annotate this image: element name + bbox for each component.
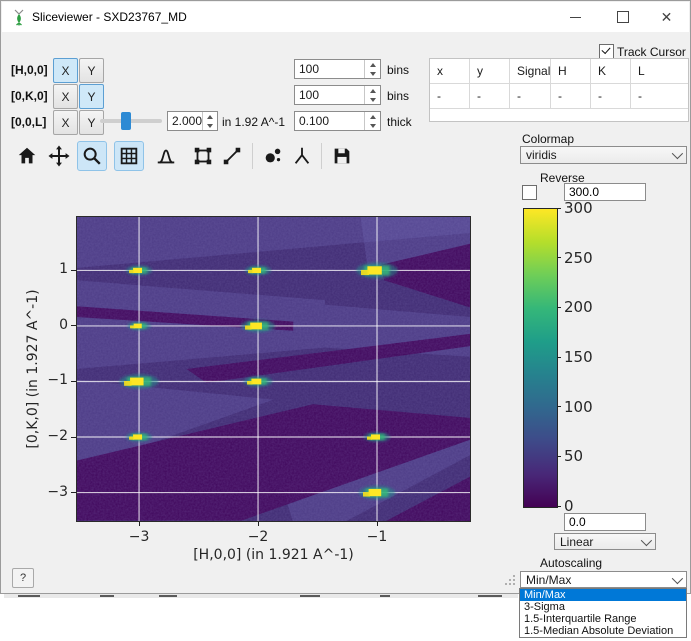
maximize-icon: [617, 11, 629, 23]
title-bar: Sliceviewer - SXD23767_MD ✕: [2, 2, 689, 32]
colorbar: [523, 208, 558, 508]
dim-h00-y-button[interactable]: Y: [79, 58, 104, 83]
cell-y: -: [470, 84, 510, 109]
bins-spinbox-k[interactable]: 100: [294, 85, 381, 105]
autoscaling-label: Autoscaling: [540, 556, 602, 570]
pan-icon: [48, 145, 70, 167]
cell-l: -: [631, 84, 688, 109]
grid-button[interactable]: [114, 141, 144, 171]
home-icon: [16, 145, 38, 167]
colormap-label: Colormap: [522, 132, 574, 146]
x-axis-label: [H,0,0] (in 1.921 A^-1): [111, 547, 436, 563]
line-cut-button[interactable]: [217, 141, 247, 171]
bins-spinbox-h[interactable]: 100: [294, 59, 381, 79]
norm-option-minmax[interactable]: Min/Max: [520, 589, 686, 601]
col-header-h: H: [551, 59, 591, 84]
region-of-interest-icon: [192, 145, 214, 167]
line-cut-icon: [221, 145, 243, 167]
scale-select[interactable]: Linear: [554, 533, 656, 550]
track-cursor-label: Track Cursor: [617, 45, 686, 59]
line-plots-button[interactable]: [151, 141, 181, 171]
dim-label-0k0: [0,K,0]: [11, 89, 55, 103]
cell-k: -: [591, 84, 631, 109]
thickness-spinbox[interactable]: 0.100: [294, 111, 381, 131]
splitter-grip[interactable]: [505, 575, 517, 587]
overlay-peaks-button[interactable]: [258, 141, 288, 171]
norm-option-iqr[interactable]: 1.5-Interquartile Range: [520, 613, 686, 625]
minimize-button[interactable]: [553, 2, 598, 32]
normalization-select[interactable]: Min/Max: [520, 571, 687, 588]
normalization-dropdown: Min/Max 3-Sigma 1.5-Interquartile Range …: [519, 588, 687, 638]
cell-h: -: [551, 84, 591, 109]
y-axis-label: [0,K,0] (in 1.927 A^-1): [25, 264, 41, 474]
track-cursor-checkbox[interactable]: [599, 44, 614, 59]
colormap-select[interactable]: viridis: [520, 146, 687, 164]
cell-signal: -: [510, 84, 551, 109]
close-icon: ✕: [661, 10, 673, 24]
save-icon: [331, 145, 353, 167]
zoom-button[interactable]: [77, 141, 107, 171]
dim-0k0-y-button[interactable]: Y: [79, 84, 104, 109]
region-of-interest-button[interactable]: [188, 141, 218, 171]
col-header-x: x: [430, 59, 470, 84]
chevron-down-icon: [641, 534, 652, 545]
spinbox-arrows-icon[interactable]: [202, 112, 217, 130]
help-button[interactable]: ?: [12, 568, 34, 588]
save-button[interactable]: [327, 141, 357, 171]
colorbar-min-input[interactable]: [564, 513, 646, 531]
toolbar-separator: [252, 143, 253, 169]
sliceviewer-window: Sliceviewer - SXD23767_MD ✕ [H,0,0] X Y …: [0, 0, 691, 594]
cursor-info-table: x y Signal H K L - - - - - -: [429, 58, 689, 122]
spinbox-arrows-icon[interactable]: [364, 112, 380, 130]
overlay-peaks-icon: [262, 145, 284, 167]
col-header-y: y: [470, 59, 510, 84]
thick-label: thick: [387, 115, 412, 129]
col-header-k: K: [591, 59, 631, 84]
mantid-logo-icon: [10, 8, 28, 26]
chevron-down-icon: [672, 572, 683, 583]
dim-00l-x-button[interactable]: X: [53, 110, 78, 135]
dim-label-h00: [H,0,0]: [11, 63, 55, 77]
slice-slider[interactable]: [100, 119, 162, 123]
col-header-signal: Signal: [510, 59, 551, 84]
non-orthogonal-axes-button[interactable]: [287, 141, 317, 171]
pan-button[interactable]: [44, 141, 74, 171]
chevron-down-icon: [672, 148, 683, 159]
slice-unit-label: in 1.92 A^-1: [222, 115, 285, 129]
minimize-icon: [570, 17, 581, 18]
grid-icon: [118, 145, 140, 167]
bins-label-k: bins: [387, 89, 409, 103]
slice-value-spinbox[interactable]: 2.000: [167, 111, 218, 131]
norm-option-3sigma[interactable]: 3-Sigma: [520, 601, 686, 613]
cell-x: -: [430, 84, 470, 109]
home-button[interactable]: [12, 141, 42, 171]
non-orthogonal-axes-icon: [291, 145, 313, 167]
reverse-checkbox[interactable]: [522, 185, 537, 200]
norm-option-mad[interactable]: 1.5-Median Absolute Deviation: [520, 625, 686, 637]
dim-h00-x-button[interactable]: X: [53, 58, 78, 83]
spinbox-arrows-icon[interactable]: [364, 60, 380, 78]
window-title: Sliceviewer - SXD23767_MD: [32, 10, 187, 24]
slice-slider-handle[interactable]: [121, 112, 131, 130]
clipped-status-bar: [4, 594, 518, 598]
bins-label-h: bins: [387, 63, 409, 77]
maximize-button[interactable]: [600, 2, 645, 32]
plot-canvas[interactable]: [76, 216, 471, 522]
zoom-icon: [81, 145, 103, 167]
toolbar-separator: [321, 143, 322, 169]
line-plots-icon: [155, 145, 177, 167]
spinbox-arrows-icon[interactable]: [364, 86, 380, 104]
dim-label-00l: [0,0,L]: [11, 115, 55, 129]
dim-0k0-x-button[interactable]: X: [53, 84, 78, 109]
close-button[interactable]: ✕: [644, 2, 689, 32]
col-header-l: L: [631, 59, 688, 84]
